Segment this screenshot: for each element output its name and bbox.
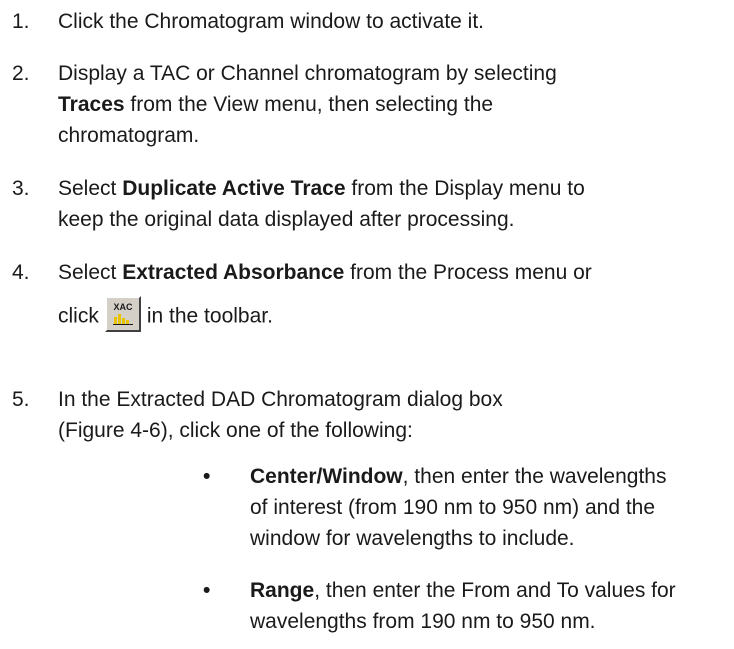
step-text: Click the Chromatogram window to activat…: [58, 6, 728, 37]
step-number: 3.: [12, 177, 30, 200]
menu-item-duplicate-active-trace: Duplicate Active Trace: [122, 177, 346, 200]
bullet-line: wavelengths from 190 nm to 950 nm.: [250, 610, 596, 633]
step-number: 4.: [12, 261, 30, 284]
step-text: Select Duplicate Active Trace from the D…: [58, 173, 728, 235]
bullet-line: Range, then enter the From and To values…: [250, 575, 730, 606]
xac-toolbar-button[interactable]: XAC: [104, 296, 141, 332]
bullet-line: of interest (from 190 nm to 950 nm) and …: [250, 496, 656, 519]
bullet-icon: •: [203, 579, 211, 602]
menu-item-traces: Traces: [58, 93, 125, 116]
option-range: Range: [250, 579, 315, 602]
step-text: Display a TAC or Channel chromatogram by…: [58, 58, 728, 151]
step-line: In the Extracted DAD Chromatogram dialog…: [58, 388, 503, 411]
step-number: 5.: [12, 388, 30, 411]
step-number: 1.: [12, 10, 30, 33]
step-line-text: from the Process menu or: [344, 261, 592, 284]
bullet-line-text: , then enter the From and To values for: [314, 579, 676, 602]
bullet-line-text: , then enter the wavelengths: [402, 465, 667, 488]
step-line-text: Select: [58, 177, 123, 200]
step-line: Traces from the View menu, then selectin…: [58, 89, 728, 120]
bullet-text: Range, then enter the From and To values…: [250, 575, 730, 637]
bullet-line: Center/Window, then enter the wavelength…: [250, 461, 730, 492]
menu-item-extracted-absorbance: Extracted Absorbance: [122, 261, 345, 284]
step-text: Select Extracted Absorbance from the Pro…: [58, 257, 728, 335]
bullet-icon: •: [203, 465, 211, 488]
step-line: chromatogram.: [58, 124, 200, 147]
step-line-text: from the Display menu to: [345, 177, 585, 200]
step-text: In the Extracted DAD Chromatogram dialog…: [58, 384, 728, 446]
xac-icon: XAC: [112, 302, 133, 325]
option-center-window: Center/Window: [250, 465, 403, 488]
step-line: Select Extracted Absorbance from the Pro…: [58, 257, 728, 288]
step-number: 2.: [12, 62, 30, 85]
step-line-text: Select: [58, 261, 123, 284]
step-line: keep the original data displayed after p…: [58, 208, 515, 231]
step-line-text: in the toolbar.: [146, 304, 273, 328]
step-line: (Figure 4-6), click one of the following…: [58, 419, 413, 442]
bullet-text: Center/Window, then enter the wavelength…: [250, 461, 730, 554]
step-line-text: click: [58, 304, 99, 328]
step-line-text: from the View menu, then selecting the: [124, 93, 494, 116]
step-line: Display a TAC or Channel chromatogram by…: [58, 62, 557, 85]
step-line: click XAC in the toolbar.: [58, 296, 728, 335]
step-line: Select Duplicate Active Trace from the D…: [58, 173, 728, 204]
bullet-line: window for wavelengths to include.: [250, 527, 575, 550]
step-line: Click the Chromatogram window to activat…: [58, 10, 484, 33]
xac-icon-label: XAC: [113, 302, 133, 312]
